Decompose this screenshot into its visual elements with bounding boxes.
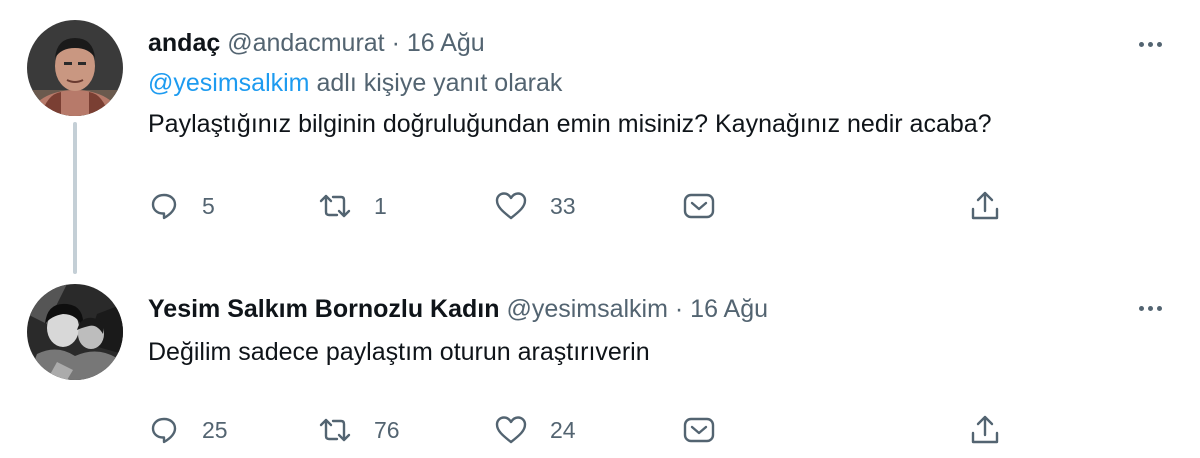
retweet-count: 1: [374, 192, 387, 219]
user-handle[interactable]: @andacmurat: [227, 29, 384, 57]
display-name[interactable]: andaç: [148, 29, 220, 57]
thread-line: [73, 122, 77, 274]
reply-count: 25: [202, 416, 228, 443]
meta-separator: ·: [391, 29, 400, 57]
heart-icon: [495, 192, 527, 220]
reply-icon: [151, 417, 177, 444]
reply-button[interactable]: 25: [148, 410, 228, 450]
reply-count: 5: [202, 192, 215, 219]
tweet-header: Yesim Salkım Bornozlu Kadın @yesimsalkim…: [148, 292, 1170, 326]
more-icon[interactable]: [1130, 294, 1170, 322]
retweet-icon: [319, 418, 351, 442]
avatar[interactable]: [27, 284, 123, 380]
tweet-text: Değilim sadece paylaştım oturun araştırı…: [148, 338, 650, 366]
like-button[interactable]: 33: [494, 186, 576, 226]
retweet-count: 76: [374, 416, 400, 443]
reply-context-label: adlı kişiye yanıt olarak: [316, 69, 563, 97]
reply-button[interactable]: 5: [148, 186, 215, 226]
retweet-button[interactable]: 1: [318, 186, 387, 226]
dm-icon: [683, 193, 715, 219]
tweet[interactable]: andaç @andacmurat · 16 Ağu @yesimsalkim …: [0, 0, 1200, 274]
tweet-date[interactable]: 16 Ağu: [407, 29, 485, 57]
dm-button[interactable]: [682, 186, 716, 226]
tweet-actions: 25 76 24: [148, 410, 1200, 450]
tweet-header: andaç @andacmurat · 16 Ağu: [148, 26, 1170, 60]
display-name[interactable]: Yesim Salkım Bornozlu Kadın: [148, 295, 499, 323]
reply-icon: [151, 193, 177, 220]
retweet-button[interactable]: 76: [318, 410, 400, 450]
retweet-icon: [319, 194, 351, 218]
share-icon: [971, 415, 999, 444]
share-button[interactable]: [968, 410, 1002, 450]
like-button[interactable]: 24: [494, 410, 576, 450]
like-count: 24: [550, 416, 576, 443]
dm-button[interactable]: [682, 410, 716, 450]
more-icon[interactable]: [1130, 30, 1170, 58]
user-handle[interactable]: @yesimsalkim: [506, 295, 668, 323]
tweet-text: Paylaştığınız bilginin doğruluğundan emi…: [148, 110, 992, 138]
share-icon: [971, 191, 999, 220]
reply-context: @yesimsalkim adlı kişiye yanıt olarak: [148, 66, 1170, 100]
dm-icon: [683, 417, 715, 443]
like-count: 33: [550, 192, 576, 219]
reply-mention-link[interactable]: @yesimsalkim: [148, 69, 310, 97]
heart-icon: [495, 416, 527, 444]
tweet-date[interactable]: 16 Ağu: [690, 295, 768, 323]
tweet-content: andaç @andacmurat · 16 Ağu @yesimsalkim …: [148, 26, 1170, 141]
tweet[interactable]: Yesim Salkım Bornozlu Kadın @yesimsalkim…: [0, 262, 1200, 458]
tweet-content: Yesim Salkım Bornozlu Kadın @yesimsalkim…: [148, 292, 1170, 369]
avatar[interactable]: [27, 20, 123, 116]
share-button[interactable]: [968, 186, 1002, 226]
tweet-actions: 5 1 33: [148, 186, 1200, 226]
meta-separator: ·: [674, 295, 684, 323]
